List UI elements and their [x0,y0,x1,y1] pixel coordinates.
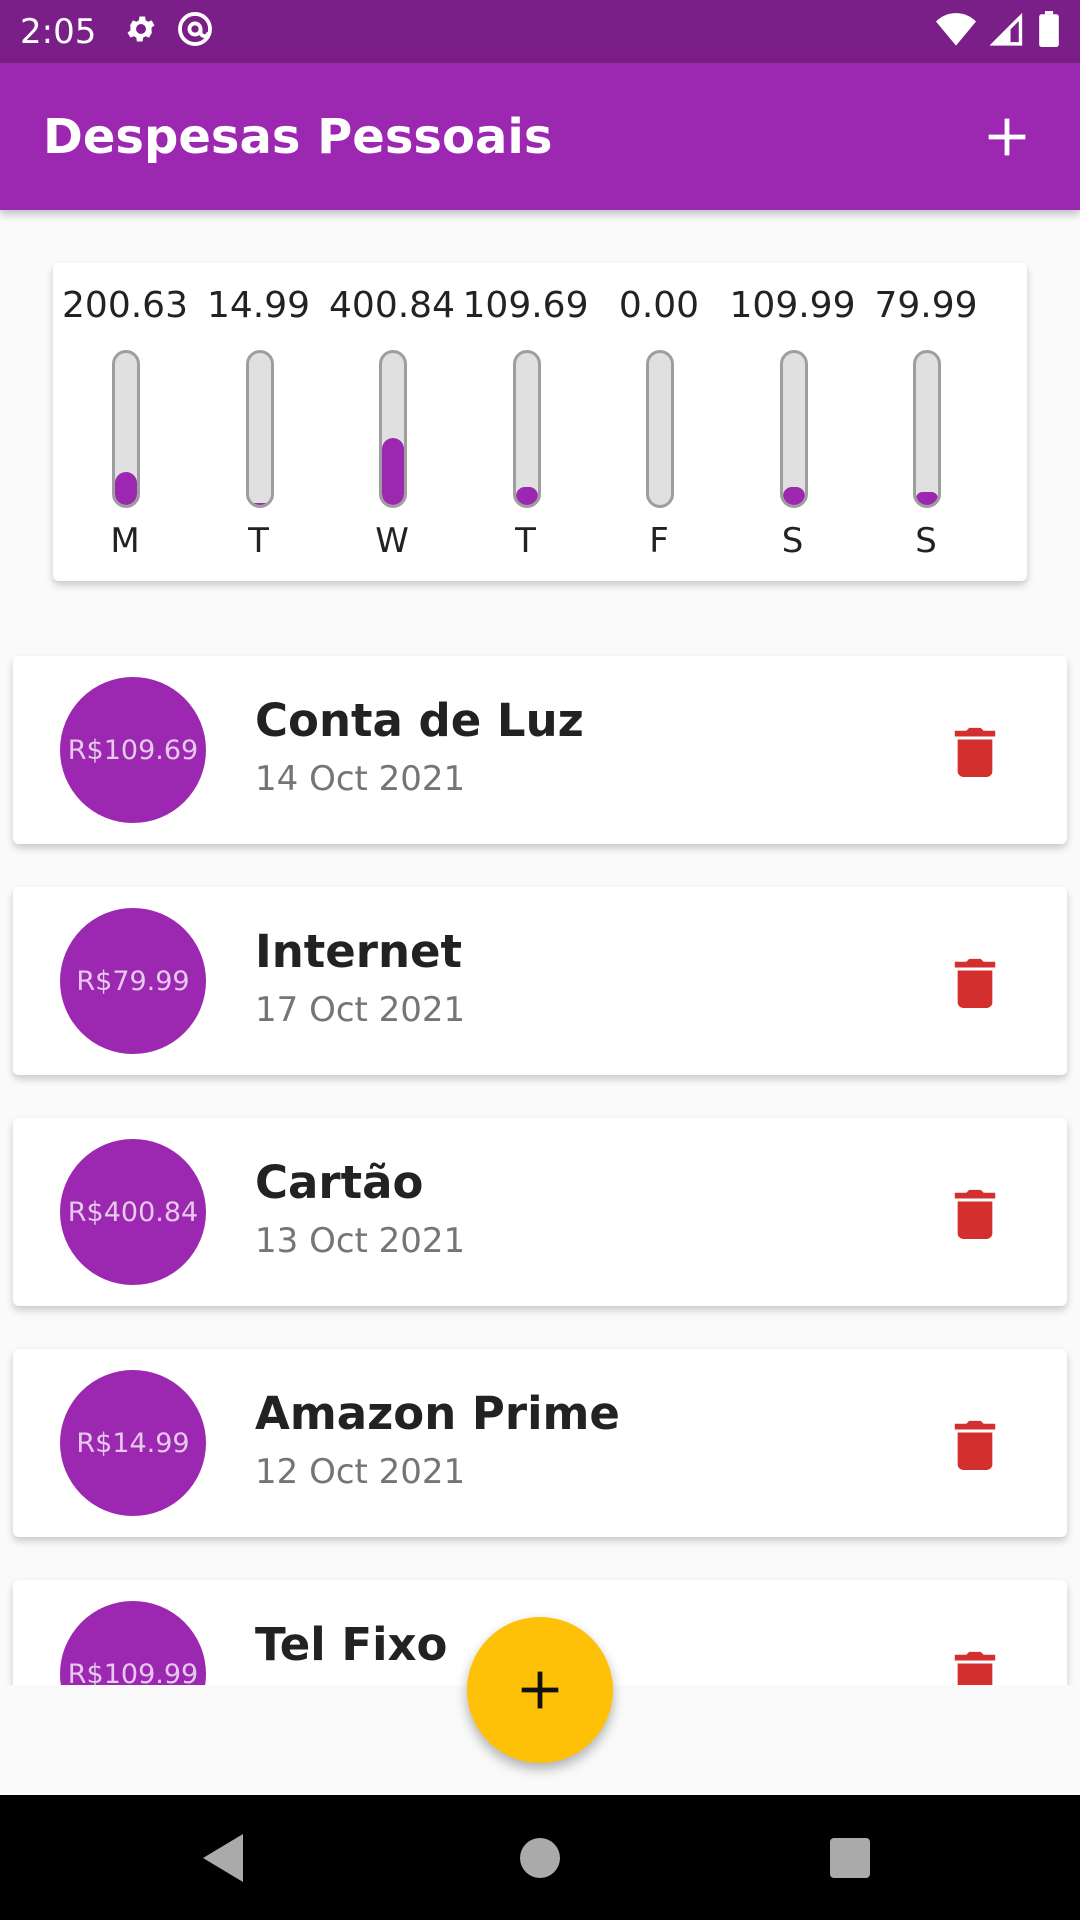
chart-bar-column: 109.69 T [460,263,592,581]
chart-bar-fill [248,503,271,505]
chart-bar-track [646,350,674,508]
signal-icon [989,12,1024,51]
chart-bar-value: 109.69 [462,285,589,326]
recents-icon [830,1837,870,1878]
chart-bar-value: 0.00 [618,285,700,326]
gear-icon [124,12,158,51]
chart-bar-day-label: T [248,521,269,561]
transaction-item[interactable]: R$79.99 Internet 17 Oct 2021 [13,887,1067,1075]
chart-bar-fill [115,472,137,505]
delete-button[interactable] [948,1648,1002,1685]
at-sign-icon [176,10,214,53]
chart-bar-column: 109.99 S [727,263,859,581]
chart-bar-value: 200.63 [62,285,188,326]
transaction-title: Tel Fixo [255,1618,448,1671]
chart-bar-fill [782,487,805,505]
chart-bar-fill [515,487,538,505]
transaction-amount-avatar: R$109.99 [60,1601,206,1685]
chart-bar-track [245,350,274,508]
delete-button[interactable] [948,1186,1002,1240]
chart-bar-track [779,350,808,508]
trash-icon [954,727,996,777]
chart-bar-value: 400.84 [329,285,455,326]
transaction-item[interactable]: R$400.84 Cartão 13 Oct 2021 [13,1118,1067,1306]
plus-icon [988,118,1026,155]
chart-bar-day-label: F [649,521,669,561]
trash-icon [954,958,996,1008]
app-bar: Despesas Pessoais [0,63,1080,210]
transaction-amount: R$400.84 [67,1196,199,1228]
home-icon [520,1837,560,1878]
chart-bar-column: 0.00 F [593,263,725,581]
chart-bar-fill [382,438,404,505]
battery-icon [1038,11,1060,52]
chart-bar-track [512,350,541,508]
chart-bar-value: 14.99 [206,285,311,326]
transaction-date: 14 Oct 2021 [255,759,466,799]
transaction-amount-avatar: R$400.84 [60,1139,206,1285]
transaction-amount: R$14.99 [76,1427,190,1459]
chart-bar-day-label: W [375,521,409,561]
chart-bar-track [379,350,407,508]
chart-bar-track [913,350,941,508]
chart-bar-track [112,350,140,508]
chart-bar-column: 79.99 S [860,263,992,581]
chart-bar-column: 14.99 T [193,263,325,581]
transaction-title: Cartão [255,1156,424,1209]
transaction-amount-avatar: R$79.99 [60,908,206,1054]
chart-bar-day-label: S [915,521,937,561]
trash-icon [954,1189,996,1239]
back-icon [203,1833,243,1882]
transaction-title: Amazon Prime [255,1387,620,1440]
chart-bar-column: 200.63 M [59,263,191,581]
add-expense-button[interactable] [977,107,1037,167]
status-bar: 2:05 [0,0,1080,63]
transaction-date: 13 Oct 2021 [255,1221,466,1261]
chart-bar-day-label: T [515,521,536,561]
delete-button[interactable] [948,955,1002,1009]
plus-icon [521,1671,559,1709]
delete-button[interactable] [948,1417,1002,1471]
weekly-chart-card: 200.63 M 14.99 T 400.84 W 109.69 T 0.00 F 109.99 S 7… [53,263,1027,581]
chart-bar-value: 79.99 [874,285,978,326]
transaction-title: Internet [255,925,463,978]
trash-icon [954,1651,996,1685]
chart-bar-column: 400.84 W [326,263,458,581]
chart-bar-fill [916,492,938,505]
delete-button[interactable] [948,724,1002,778]
wifi-icon [936,12,976,51]
transaction-date: 17 Oct 2021 [255,990,466,1030]
system-nav-bar [0,1795,1080,1920]
transaction-amount-avatar: R$109.69 [60,677,206,823]
fab-add-button[interactable] [467,1617,613,1763]
transaction-date: 12 Oct 2021 [255,1452,466,1492]
nav-recents-button[interactable] [790,1795,910,1920]
transaction-amount-avatar: R$14.99 [60,1370,206,1516]
transaction-amount: R$109.69 [67,734,199,766]
page-title: Despesas Pessoais [43,108,553,165]
transaction-item[interactable]: R$109.69 Conta de Luz 14 Oct 2021 [13,656,1067,844]
transaction-list[interactable]: R$109.69 Conta de Luz 14 Oct 2021 R$79.9… [0,620,1080,1685]
status-time: 2:05 [20,11,97,52]
trash-icon [954,1420,996,1470]
chart-bar-value: 109.99 [729,285,856,326]
transaction-amount: R$109.99 [67,1658,199,1686]
nav-back-button[interactable] [165,1795,285,1920]
chart-bar-day-label: S [781,521,804,561]
transaction-amount: R$79.99 [76,965,190,997]
chart-bar-day-label: M [110,521,140,561]
transaction-item[interactable]: R$14.99 Amazon Prime 12 Oct 2021 [13,1349,1067,1537]
nav-home-button[interactable] [480,1795,600,1920]
transaction-title: Conta de Luz [255,694,584,747]
